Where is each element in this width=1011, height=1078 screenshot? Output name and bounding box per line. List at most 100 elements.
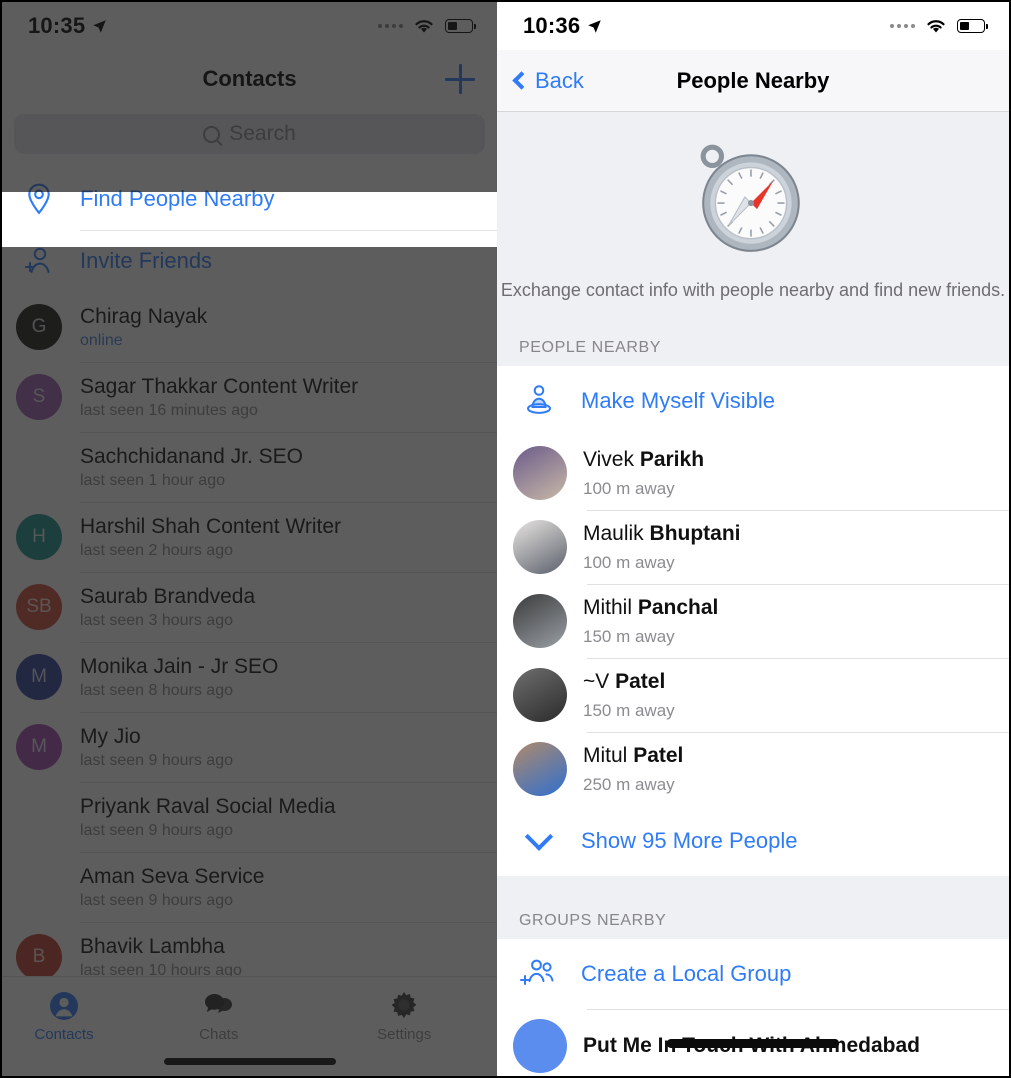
avatar: G xyxy=(16,304,62,350)
search-placeholder: Search xyxy=(229,122,296,145)
search-input[interactable]: Search xyxy=(14,114,485,154)
contacts-screen: 10:35 Contacts Search Find People Nearby… xyxy=(2,2,497,1076)
contact-row[interactable]: G Chirag Nayak online xyxy=(2,292,497,362)
contact-meta: Priyank Raval Social Media last seen 9 ho… xyxy=(80,795,336,840)
person-add-icon xyxy=(16,238,62,284)
contact-name: Chirag Nayak xyxy=(80,304,208,328)
contact-status: last seen 16 minutes ago xyxy=(80,401,258,419)
compass-icon xyxy=(700,144,800,252)
status-right xyxy=(890,18,988,35)
signal-dots-icon xyxy=(890,24,915,28)
avatar xyxy=(513,668,567,723)
chevron-down-icon xyxy=(513,822,565,852)
person-meta: Vivek Parikh 100 m away xyxy=(583,448,704,499)
person-distance: 250 m away xyxy=(583,774,675,794)
tab-chats[interactable]: Chats xyxy=(126,983,312,1043)
avatar xyxy=(513,1019,567,1074)
show-more-people-row[interactable]: Show 95 More People xyxy=(497,806,1009,877)
person-last-name: Bhuptani xyxy=(649,521,741,545)
chevron-left-icon xyxy=(512,71,531,90)
location-arrow-icon xyxy=(93,19,107,33)
contact-name: Bhavik Lambha xyxy=(80,934,225,958)
contact-status: last seen 8 hours ago xyxy=(80,681,233,699)
person-circle-icon xyxy=(50,992,78,1020)
find-people-nearby-row[interactable]: Find People Nearby xyxy=(2,168,497,230)
person-name: Maulik Bhuptani xyxy=(583,522,741,546)
person-row[interactable]: ~V Patel 150 m away xyxy=(497,658,1009,733)
tab-settings[interactable]: Settings xyxy=(312,983,498,1043)
home-indicator xyxy=(163,1058,336,1065)
contact-meta: Sagar Thakkar Content Writer last seen 16… xyxy=(80,375,358,420)
contact-status: last seen 3 hours ago xyxy=(80,611,233,629)
person-name: Mitul Patel xyxy=(583,744,683,768)
tab-chats-label: Chats xyxy=(199,1026,239,1043)
contact-meta: Bhavik Lambha last seen 10 hours ago xyxy=(80,935,242,980)
contact-meta: Chirag Nayak online xyxy=(80,305,207,350)
avatar xyxy=(16,794,62,840)
person-row[interactable]: Maulik Bhuptani 100 m away xyxy=(497,510,1009,585)
tab-contacts[interactable]: Contacts xyxy=(14,983,114,1049)
location-arrow-icon xyxy=(588,19,602,33)
search-container: Search xyxy=(2,108,497,168)
person-last-name: Patel xyxy=(633,743,684,767)
contact-meta: Harshil Shah Content Writer last seen 2 h… xyxy=(80,515,341,560)
plus-icon[interactable] xyxy=(445,64,475,94)
status-time: 10:35 xyxy=(28,13,86,38)
avatar xyxy=(513,742,567,797)
person-distance: 150 m away xyxy=(583,626,675,646)
contacts-navbar: Contacts xyxy=(2,50,497,108)
contact-name: My Jio xyxy=(80,724,141,748)
person-name: ~V Patel xyxy=(583,670,675,694)
hero-description: Exchange contact info with people nearby… xyxy=(500,280,1006,300)
person-distance: 150 m away xyxy=(583,700,675,720)
contact-row[interactable]: Aman Seva Service last seen 9 hours ago xyxy=(2,852,497,922)
status-time: 10:36 xyxy=(523,13,581,38)
groups-nearby-list[interactable]: Create a Local Group Put Me In Touch Wit… xyxy=(497,939,1009,1076)
contact-row[interactable]: H Harshil Shah Content Writer last seen 2 … xyxy=(2,502,497,572)
avatar: M xyxy=(16,724,62,770)
people-nearby-list[interactable]: Make Myself Visible Vivek Parikh 100 m aw… xyxy=(497,366,1009,877)
create-local-group-row[interactable]: Create a Local Group xyxy=(497,939,1009,1010)
person-row[interactable]: Mithil Panchal 150 m away xyxy=(497,584,1009,659)
person-last-name: Panchal xyxy=(637,595,719,619)
contact-row[interactable]: S Sagar Thakkar Content Writer last seen 1… xyxy=(2,362,497,432)
left-status-bar: 10:35 xyxy=(2,2,497,50)
make-myself-visible-row[interactable]: Make Myself Visible xyxy=(497,366,1009,437)
back-button[interactable]: Back xyxy=(512,67,584,94)
show-more-people-label: Show 95 More People xyxy=(581,828,798,854)
contact-row[interactable]: SB Saurab Brandveda last seen 3 hours ago xyxy=(2,572,497,642)
person-row[interactable]: Vivek Parikh 100 m away xyxy=(497,436,1009,511)
right-status-bar: 10:36 xyxy=(497,2,1009,50)
contact-meta: Sachchidanand Jr. SEO last seen 1 hour ag… xyxy=(80,445,303,490)
contacts-list[interactable]: G Chirag Nayak online S Sagar Thakkar Conten… xyxy=(2,292,497,992)
person-last-name: Patel xyxy=(615,669,666,693)
contact-name: Sachchidanand Jr. SEO xyxy=(80,444,303,468)
contact-name: Monika Jain - Jr SEO xyxy=(80,654,279,678)
page-title: People Nearby xyxy=(676,67,830,93)
battery-icon xyxy=(445,19,476,33)
contact-row[interactable]: Sachchidanand Jr. SEO last seen 1 hour ag… xyxy=(2,432,497,502)
avatar: SB xyxy=(16,584,62,630)
contact-meta: My Jio last seen 9 hours ago xyxy=(80,725,233,770)
home-indicator xyxy=(667,1039,839,1048)
back-label: Back xyxy=(535,67,584,93)
tab-settings-label: Settings xyxy=(377,1026,432,1043)
avatar xyxy=(16,864,62,910)
invite-friends-row[interactable]: Invite Friends xyxy=(2,230,497,292)
wifi-icon xyxy=(927,19,945,32)
left-phone-screen: 10:35 Contacts Search Find People Nearby… xyxy=(0,0,497,1078)
person-distance: 100 m away xyxy=(583,478,675,498)
avatar: M xyxy=(16,654,62,700)
contact-row[interactable]: Priyank Raval Social Media last seen 9 ho… xyxy=(2,782,497,852)
contact-row[interactable]: M Monika Jain - Jr SEO last seen 8 hours a… xyxy=(2,642,497,712)
person-distance: 100 m away xyxy=(583,552,675,572)
contact-row[interactable]: M My Jio last seen 9 hours ago xyxy=(2,712,497,782)
person-first-name: Vivek xyxy=(583,447,634,471)
wifi-icon xyxy=(415,19,433,32)
person-row[interactable]: Mitul Patel 250 m away xyxy=(497,732,1009,807)
invite-friends-label: Invite Friends xyxy=(80,248,213,273)
groups-nearby-section-header: GROUPS NEARBY xyxy=(497,898,1009,940)
search-icon xyxy=(203,125,221,143)
bottom-tab-bar[interactable]: Contacts Chats Settings xyxy=(2,976,497,1076)
chat-bubbles-icon xyxy=(204,994,232,1013)
